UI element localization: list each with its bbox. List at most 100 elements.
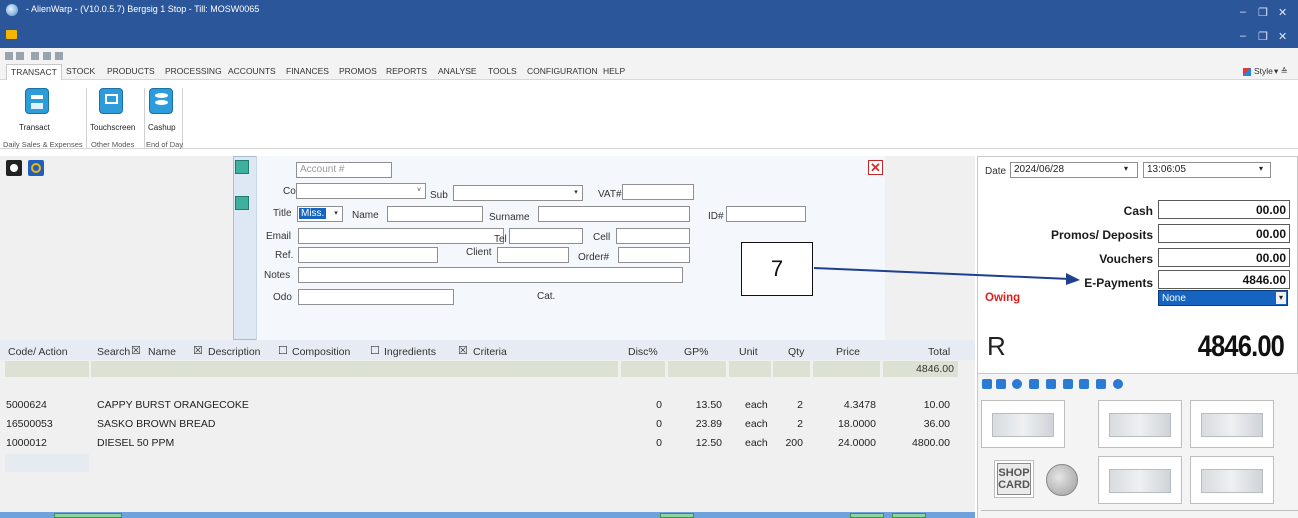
name-input[interactable] (387, 206, 483, 222)
time-dropdown-icon[interactable]: ▾ (1259, 164, 1263, 173)
tool-icon-2[interactable] (996, 379, 1006, 389)
coins-icon[interactable] (149, 88, 173, 114)
minimize-button[interactable]: – (1240, 6, 1246, 18)
banknote-button[interactable] (981, 400, 1065, 448)
menu-accounts[interactable]: ACCOUNTS (228, 66, 276, 76)
col-price[interactable]: Price (836, 346, 860, 358)
menu-transact[interactable]: TRANSACT (6, 64, 62, 80)
browser-icon[interactable] (28, 160, 44, 176)
filter-qty[interactable] (773, 361, 810, 377)
co-select[interactable]: ˅ (296, 183, 426, 199)
composition-checkbox[interactable]: ☐ (278, 344, 288, 357)
cash-register-icon[interactable] (25, 88, 49, 114)
vouchers-input[interactable]: 00.00 (1158, 248, 1290, 267)
col-qty[interactable]: Qty (788, 346, 804, 358)
order-input[interactable] (618, 247, 690, 263)
empty-row[interactable] (5, 454, 89, 472)
col-code-action[interactable]: Code/ Action (8, 346, 68, 358)
contact-card-icon[interactable] (235, 196, 249, 210)
qat-icon-3[interactable] (31, 52, 39, 60)
client-input[interactable] (497, 247, 569, 263)
promos-input[interactable]: 00.00 (1158, 224, 1290, 243)
touchscreen-icon[interactable] (99, 88, 123, 114)
fuel-icon[interactable] (1063, 379, 1073, 389)
shop-card-button[interactable]: SHOP CARD (994, 460, 1034, 498)
globe-icon[interactable] (1012, 379, 1022, 389)
ribbon-cashup-label[interactable]: Cashup (148, 123, 176, 132)
menu-configuration[interactable]: CONFIGURATION (527, 66, 598, 76)
menu-products[interactable]: PRODUCTS (107, 66, 155, 76)
close-account-icon[interactable]: ✕ (868, 160, 883, 175)
qat-icon-5[interactable] (55, 52, 63, 60)
child-close-button[interactable]: ✕ (1278, 30, 1287, 43)
col-gp[interactable]: GP% (684, 346, 709, 358)
fast-forward-icon[interactable] (1029, 379, 1039, 389)
ribbon-touchscreen-label[interactable]: Touchscreen (90, 123, 135, 132)
date-picker[interactable]: 2024/06/28 (1010, 162, 1138, 178)
account-number-input[interactable]: Account # (296, 162, 392, 178)
ingredients-checkbox[interactable]: ☐ (370, 344, 380, 357)
filter-disc[interactable] (621, 361, 665, 377)
tool-icon-7[interactable] (1079, 379, 1089, 389)
epayments-input[interactable]: 4846.00 (1158, 270, 1290, 289)
menu-finances[interactable]: FINANCES (286, 66, 329, 76)
menu-tools[interactable]: TOOLS (488, 66, 517, 76)
filter-price[interactable] (813, 361, 880, 377)
child-maximize-button[interactable]: ❐ (1258, 30, 1268, 43)
tel-input[interactable] (509, 228, 583, 244)
vat-input[interactable] (622, 184, 694, 200)
email-input[interactable] (298, 228, 504, 244)
ribbon-collapse-icon[interactable]: ▾ ≙ (1274, 66, 1288, 77)
menu-processing[interactable]: PROCESSING (165, 66, 222, 76)
filter-code[interactable] (5, 361, 89, 377)
col-unit[interactable]: Unit (739, 346, 758, 358)
banknote-button[interactable] (1098, 400, 1182, 448)
tool-icon-5[interactable] (1046, 379, 1056, 389)
qat-icon-1[interactable] (5, 52, 13, 60)
coin-button[interactable] (1042, 460, 1084, 502)
owing-select[interactable]: None ▾ (1158, 290, 1288, 306)
id-input[interactable] (726, 206, 806, 222)
col-disc[interactable]: Disc% (628, 346, 658, 358)
date-dropdown-icon[interactable]: ▾ (1124, 164, 1128, 173)
bottom-button[interactable] (892, 513, 926, 518)
menu-stock[interactable]: STOCK (66, 66, 95, 76)
criteria-checkbox[interactable]: ☒ (458, 344, 468, 357)
surname-input[interactable] (538, 206, 690, 222)
cash-input[interactable]: 00.00 (1158, 200, 1290, 219)
filter-unit[interactable] (729, 361, 771, 377)
menu-promos[interactable]: PROMOS (339, 66, 377, 76)
table-row[interactable]: 16500053 SASKO BROWN BREAD 0 23.89 each … (0, 414, 975, 434)
menu-reports[interactable]: REPORTS (386, 66, 427, 76)
qat-icon-2[interactable] (16, 52, 24, 60)
qat-icon-4[interactable] (43, 52, 51, 60)
bottom-button[interactable] (660, 513, 694, 518)
cell-input[interactable] (616, 228, 690, 244)
settings-gear-icon[interactable] (1113, 379, 1123, 389)
filter-search[interactable] (91, 361, 618, 377)
close-button[interactable]: ✕ (1278, 6, 1287, 19)
ref-input[interactable] (298, 247, 438, 263)
tool-icon-1[interactable] (982, 379, 992, 389)
menu-help[interactable]: HELP (603, 66, 625, 76)
menu-analyse[interactable]: ANALYSE (438, 66, 477, 76)
notes-input[interactable] (298, 267, 683, 283)
banknote-button[interactable] (1190, 456, 1274, 504)
ribbon-transact-label[interactable]: Transact (19, 123, 50, 132)
title-select[interactable]: Miss. ▾ (297, 206, 343, 222)
filter-gp[interactable] (668, 361, 726, 377)
odo-input[interactable] (298, 289, 454, 305)
style-menu[interactable]: Style (1254, 66, 1273, 76)
bottom-button-strip[interactable] (981, 510, 1298, 518)
bottom-button[interactable] (54, 513, 122, 518)
col-total[interactable]: Total (928, 346, 950, 358)
table-row[interactable]: 1000012 DIESEL 50 PPM 0 12.50 each 200 2… (0, 433, 975, 453)
name-checkbox[interactable]: ☒ (131, 344, 141, 357)
time-picker[interactable]: 13:06:05 (1143, 162, 1271, 178)
customer-icon[interactable] (235, 160, 249, 174)
child-minimize-button[interactable]: – (1240, 30, 1246, 42)
camera-icon[interactable] (6, 160, 22, 176)
maximize-button[interactable]: ❐ (1258, 6, 1268, 19)
banknote-button[interactable] (1098, 456, 1182, 504)
tool-icon-8[interactable] (1096, 379, 1106, 389)
